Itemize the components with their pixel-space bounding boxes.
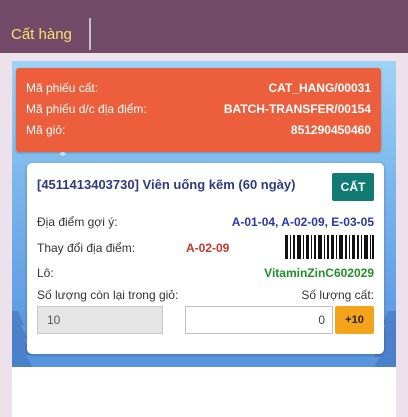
transfer-info-card: Mã phiếu cất: CAT_HANG/00031 Mã phiếu d/… xyxy=(16,68,381,152)
remaining-qty-label: Số lượng còn lại trong giỏ: xyxy=(37,288,179,302)
basket-code-value: 851290450460 xyxy=(290,123,371,137)
picking-code-row: Mã phiếu cất: CAT_HANG/00031 xyxy=(26,81,371,97)
page-title: Cất hàng xyxy=(11,26,72,43)
add-ten-button[interactable]: +10 xyxy=(335,306,374,334)
pick-qty-label: Số lượng cất: xyxy=(301,288,374,302)
bottom-area xyxy=(12,367,396,417)
picking-code-label: Mã phiếu cất: xyxy=(26,81,99,95)
picking-code-value: CAT_HANG/00031 xyxy=(268,81,371,95)
basket-code-row: Mã giỏ: 851290450460 xyxy=(26,123,371,139)
barcode-icon[interactable] xyxy=(285,235,374,259)
put-away-button[interactable]: CẤT xyxy=(332,173,374,201)
transfer-code-label: Mã phiếu d/c địa điểm: xyxy=(26,102,147,116)
top-bar: Cất hàng xyxy=(0,0,408,53)
product-title: [4511413403730] Viên uống kẽm (60 ngày) xyxy=(37,177,296,192)
pick-qty-input[interactable] xyxy=(185,306,333,334)
lot-label: Lô: xyxy=(37,266,54,280)
change-location-value[interactable]: A-02-09 xyxy=(186,241,229,255)
suggested-location-label: Địa điểm gợi ý: xyxy=(37,215,118,229)
product-card: [4511413403730] Viên uống kẽm (60 ngày) … xyxy=(27,163,384,354)
lot-value: VitaminZinC602029 xyxy=(264,266,374,280)
change-location-label: Thay đổi địa điểm: xyxy=(37,241,136,255)
suggested-location-value: A-01-04, A-02-09, E-03-05 xyxy=(231,215,374,229)
title-separator xyxy=(89,18,91,50)
transfer-code-row: Mã phiếu d/c địa điểm: BATCH-TRANSFER/00… xyxy=(26,102,371,118)
remaining-qty-field xyxy=(37,306,163,334)
basket-code-label: Mã giỏ: xyxy=(26,123,66,137)
transfer-code-value: BATCH-TRANSFER/00154 xyxy=(223,102,371,116)
